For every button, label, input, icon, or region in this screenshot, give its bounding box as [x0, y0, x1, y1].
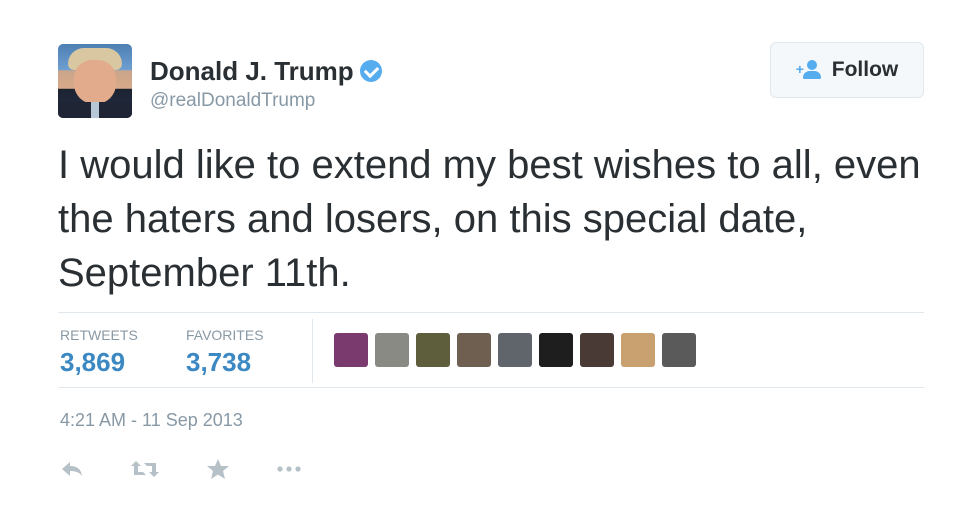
favoriter-avatar[interactable] [457, 333, 491, 367]
add-user-icon: + [796, 60, 822, 80]
tweet-header: Donald J. Trump @realDonaldTrump + Follo… [58, 42, 924, 122]
favoriter-avatar[interactable] [580, 333, 614, 367]
favorite-star-icon[interactable] [206, 458, 230, 480]
reply-icon[interactable] [60, 459, 84, 479]
tweet-actions [60, 454, 348, 484]
user-handle[interactable]: @realDonaldTrump [150, 90, 315, 112]
tweet-text: I would like to extend my best wishes to… [58, 143, 921, 295]
retweets-label: RETWEETS [60, 327, 138, 343]
retweet-icon[interactable] [130, 459, 160, 479]
retweets-stat[interactable]: RETWEETS 3,869 [60, 327, 138, 378]
retweets-count: 3,869 [60, 347, 126, 377]
verified-badge-icon [359, 60, 382, 82]
favorites-stat[interactable]: FAVORITES 3,738 [186, 327, 264, 378]
favoriter-avatar[interactable] [416, 333, 450, 367]
follow-button-label: Follow [831, 58, 899, 81]
user-avatar[interactable] [58, 44, 132, 118]
user-name-text[interactable]: Donald J. Trump [150, 56, 354, 86]
tweet-timestamp[interactable]: 4:21 AM - 11 Sep 2013 [60, 410, 243, 431]
favoriter-avatar[interactable] [662, 333, 696, 367]
stats-divider [312, 319, 313, 383]
favoriter-avatar[interactable] [621, 333, 655, 367]
avatar-face [74, 60, 116, 104]
favorites-count: 3,738 [186, 347, 252, 377]
favoriter-avatars [334, 333, 696, 367]
user-display-name[interactable]: Donald J. Trump [150, 56, 382, 87]
favorites-label: FAVORITES [186, 327, 264, 343]
avatar-tie [91, 102, 99, 118]
favoriter-avatar[interactable] [498, 333, 532, 367]
favoriter-avatar[interactable] [334, 333, 368, 367]
follow-button[interactable]: + Follow [770, 42, 924, 98]
favoriter-avatar[interactable] [539, 333, 573, 367]
favoriter-avatar[interactable] [375, 333, 409, 367]
more-options-icon[interactable] [276, 465, 302, 473]
tweet-stats: RETWEETS 3,869 FAVORITES 3,738 [58, 312, 924, 388]
